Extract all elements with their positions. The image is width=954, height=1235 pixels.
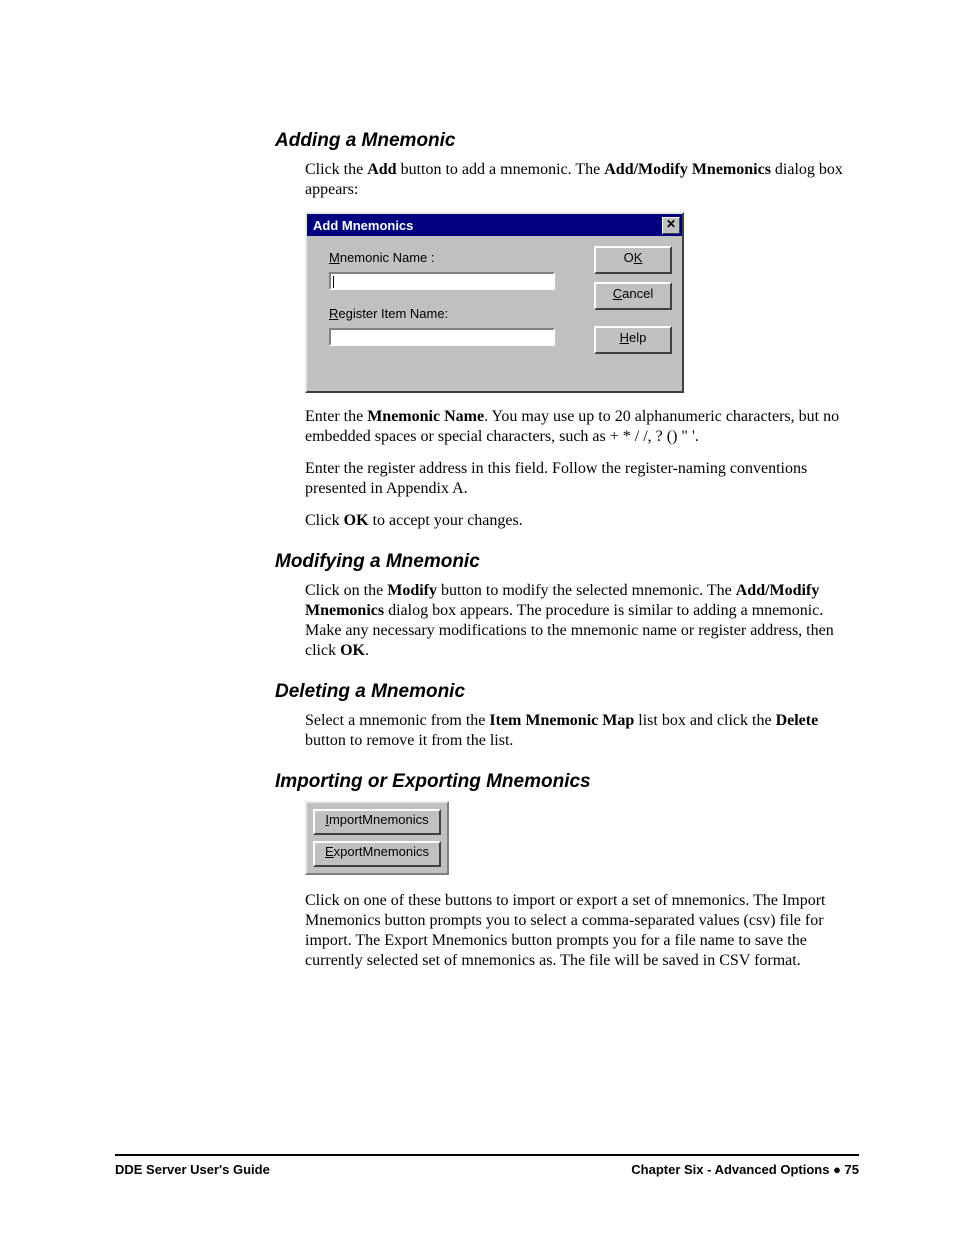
- text: button to add a mnemonic. The: [397, 161, 605, 178]
- dialog-title: Add Mnemonics: [313, 218, 413, 233]
- para-adding-4: Click OK to accept your changes.: [305, 511, 860, 531]
- close-button[interactable]: ✕: [662, 217, 680, 234]
- add-mnemonics-dialog: Add Mnemonics ✕ Mnemonic Name : Register…: [305, 212, 684, 393]
- footer-rule: [115, 1154, 859, 1156]
- text-bold: Add/Modify Mnemonics: [604, 161, 771, 178]
- text-bold: OK: [344, 512, 369, 529]
- mnemonic-name-input[interactable]: [329, 272, 555, 290]
- text: to accept your changes.: [369, 512, 523, 529]
- help-button[interactable]: Help: [594, 326, 672, 354]
- text-bold: Mnemonic Name: [367, 408, 484, 425]
- text: Click: [305, 512, 344, 529]
- text: Click the: [305, 161, 367, 178]
- para-adding-1: Click the Add button to add a mnemonic. …: [305, 160, 860, 200]
- register-item-name-label: Register Item Name:: [329, 306, 448, 321]
- import-export-panel: ImportMnemonics ExportMnemonics: [305, 801, 449, 875]
- export-mnemonics-button[interactable]: ExportMnemonics: [313, 841, 441, 867]
- footer-right: Chapter Six - Advanced Options ● 75: [631, 1162, 859, 1177]
- footer-left: DDE Server User's Guide: [115, 1162, 270, 1177]
- cancel-button[interactable]: Cancel: [594, 282, 672, 310]
- close-icon: ✕: [666, 217, 676, 231]
- register-item-name-input[interactable]: [329, 328, 555, 346]
- ok-button[interactable]: OK: [594, 246, 672, 274]
- heading-deleting: Deleting a Mnemonic: [275, 681, 860, 703]
- dialog-titlebar: Add Mnemonics ✕: [307, 214, 682, 236]
- para-deleting-1: Select a mnemonic from the Item Mnemonic…: [305, 711, 860, 751]
- para-modifying-1: Click on the Modify button to modify the…: [305, 581, 860, 661]
- heading-importing: Importing or Exporting Mnemonics: [275, 771, 860, 793]
- para-adding-3: Enter the register address in this field…: [305, 459, 860, 499]
- text-bold: Add: [367, 161, 396, 178]
- page-footer: DDE Server User's Guide Chapter Six - Ad…: [115, 1154, 859, 1177]
- heading-modifying: Modifying a Mnemonic: [275, 551, 860, 573]
- heading-adding: Adding a Mnemonic: [275, 130, 860, 152]
- text: Enter the: [305, 408, 367, 425]
- import-mnemonics-button[interactable]: ImportMnemonics: [313, 809, 441, 835]
- mnemonic-name-label: Mnemonic Name :: [329, 250, 435, 265]
- para-importing-1: Click on one of these buttons to import …: [305, 891, 860, 971]
- para-adding-2: Enter the Mnemonic Name. You may use up …: [305, 407, 860, 447]
